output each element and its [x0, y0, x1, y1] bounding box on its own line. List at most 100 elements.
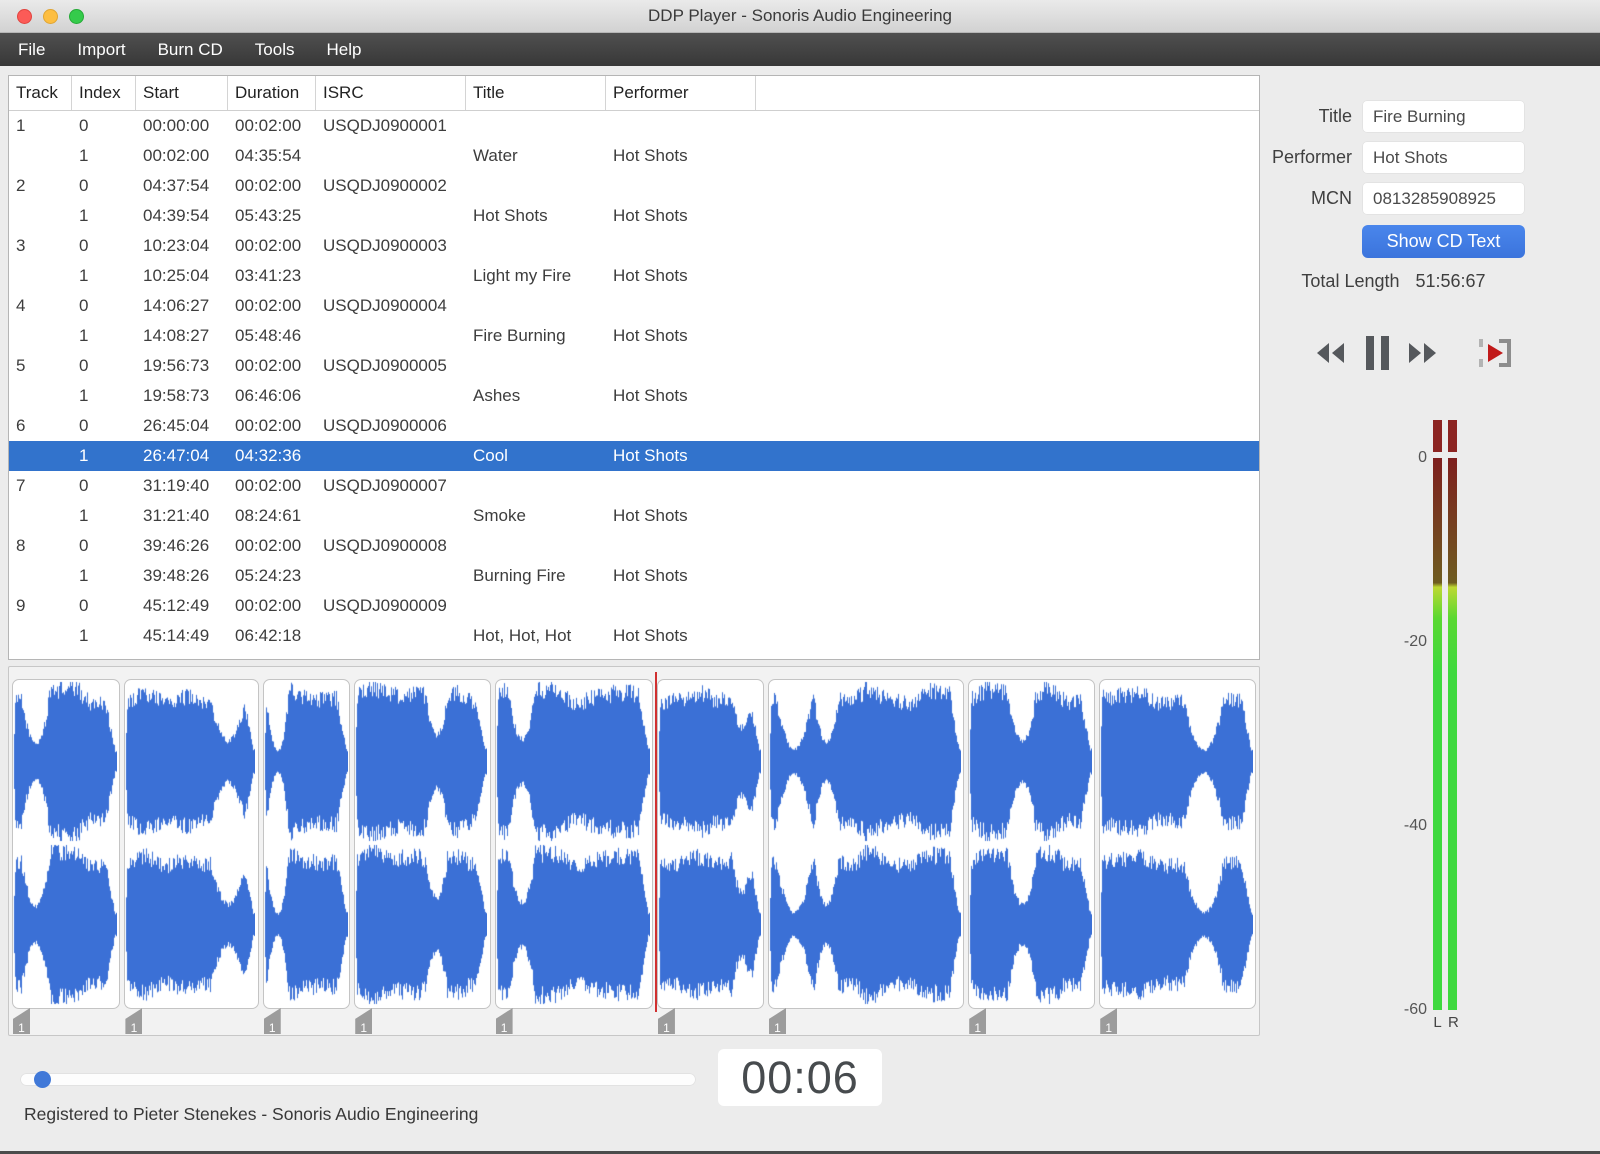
- cell-start: 04:37:54: [143, 176, 210, 195]
- clip-indicator-right: [1448, 420, 1457, 452]
- cell-start: 10:23:04: [143, 236, 210, 255]
- track-table: Track Index Start Duration ISRC Title Performe…: [8, 75, 1260, 660]
- table-row[interactable]: 1 04:39:54 05:43:25 Hot Shots Hot Shots: [9, 201, 1259, 231]
- table-row[interactable]: 9 0 45:12:49 00:02:00 USQDJ0900009: [9, 591, 1259, 621]
- cell-isrc: [316, 261, 466, 291]
- seek-slider[interactable]: [20, 1071, 696, 1088]
- table-row[interactable]: 5 0 19:56:73 00:02:00 USQDJ0900005: [9, 351, 1259, 381]
- seek-slider-thumb[interactable]: [34, 1071, 52, 1088]
- fast-forward-button[interactable]: [1404, 336, 1442, 374]
- column-header-spacer[interactable]: [756, 76, 1259, 110]
- waveform-track-segment-1[interactable]: 1: [12, 679, 121, 1034]
- index-marker: 1: [355, 1008, 373, 1034]
- table-row[interactable]: 1 14:08:27 05:48:46 Fire Burning Hot Shots: [9, 321, 1259, 351]
- cell-isrc: USQDJ0900008: [323, 536, 447, 555]
- table-row[interactable]: 4 0 14:06:27 00:02:00 USQDJ0900004: [9, 291, 1259, 321]
- meter-tick-20: -20: [1403, 633, 1427, 650]
- column-header-isrc[interactable]: ISRC: [316, 76, 466, 110]
- meter-tick-0: 0: [1418, 449, 1427, 466]
- title-field[interactable]: [1362, 100, 1525, 133]
- waveform-track-segment-3[interactable]: 1: [262, 679, 351, 1034]
- table-row[interactable]: 1 39:48:26 05:24:23 Burning Fire Hot Shots: [9, 561, 1259, 591]
- column-header-duration[interactable]: Duration: [228, 76, 316, 110]
- column-header-start[interactable]: Start: [136, 76, 228, 110]
- table-row[interactable]: 8 0 39:46:26 00:02:00 USQDJ0900008: [9, 531, 1259, 561]
- table-row[interactable]: 3 0 10:23:04 00:02:00 USQDJ0900003: [9, 231, 1259, 261]
- cell-index: 1: [79, 146, 89, 165]
- table-row[interactable]: 1 00:02:00 04:35:54 Water Hot Shots: [9, 141, 1259, 171]
- cell-performer: Hot Shots: [613, 386, 688, 405]
- cell-start: 39:48:26: [143, 566, 210, 585]
- cell-index: 0: [79, 596, 89, 615]
- cell-isrc: [316, 501, 466, 531]
- table-row[interactable]: 1 19:58:73 06:46:06 Ashes Hot Shots: [9, 381, 1259, 411]
- waveform-track-segment-7[interactable]: 1: [768, 679, 965, 1034]
- waveform-track-segment-8[interactable]: 1: [968, 679, 1096, 1034]
- playhead-cursor[interactable]: [654, 672, 657, 1012]
- cell-performer: Hot Shots: [613, 266, 688, 285]
- cell-track: 8: [16, 536, 26, 555]
- cell-isrc: [316, 561, 466, 591]
- cell-start: 45:12:49: [143, 596, 210, 615]
- cell-duration: 00:02:00: [235, 236, 302, 255]
- table-row[interactable]: 7 0 31:19:40 00:02:00 USQDJ0900007: [9, 471, 1259, 501]
- performer-field[interactable]: [1362, 141, 1525, 174]
- cell-start: 00:02:00: [143, 146, 210, 165]
- column-header-index[interactable]: Index: [72, 76, 136, 110]
- table-row[interactable]: 1 10:25:04 03:41:23 Light my Fire Hot Shots: [9, 261, 1259, 291]
- waveform-track-segment-5[interactable]: 1: [494, 679, 653, 1034]
- waveform-track-segment-4[interactable]: 1: [354, 679, 491, 1034]
- cell-track: 7: [16, 476, 26, 495]
- menu-item-burn-cd[interactable]: Burn CD: [142, 33, 239, 66]
- cell-track: 3: [16, 236, 26, 255]
- table-row-selected[interactable]: 1 26:47:04 04:32:36 Cool Hot Shots: [9, 441, 1259, 471]
- cell-title: Ashes: [473, 386, 521, 405]
- waveform-track-segment-6[interactable]: 1: [656, 679, 765, 1034]
- column-header-track[interactable]: Track: [9, 76, 72, 110]
- waveform-canvas: [13, 680, 117, 1006]
- cell-performer: [606, 231, 756, 261]
- cell-index: 1: [79, 386, 89, 405]
- cell-track: 5: [16, 356, 26, 375]
- cell-isrc: USQDJ0900005: [323, 356, 447, 375]
- menu-item-tools[interactable]: Tools: [239, 33, 311, 66]
- waveform-track-segment-2[interactable]: 1: [124, 679, 259, 1034]
- cell-isrc: USQDJ0900007: [323, 476, 447, 495]
- table-row[interactable]: 1 45:14:49 06:42:18 Hot, Hot, Hot Hot Shots: [9, 621, 1259, 651]
- cell-title: [466, 411, 606, 441]
- table-row[interactable]: 6 0 26:45:04 00:02:00 USQDJ0900006: [9, 411, 1259, 441]
- cell-isrc: USQDJ0900003: [323, 236, 447, 255]
- cell-track: 6: [16, 416, 26, 435]
- cell-duration: 00:02:00: [235, 476, 302, 495]
- menu-item-help[interactable]: Help: [310, 33, 377, 66]
- waveform-canvas: [125, 680, 256, 1006]
- cell-track: 2: [16, 176, 26, 195]
- waveform-track-segment-9[interactable]: 1: [1099, 679, 1256, 1034]
- mcn-field[interactable]: [1362, 182, 1525, 215]
- table-row[interactable]: 2 0 04:37:54 00:02:00 USQDJ0900002: [9, 171, 1259, 201]
- cell-performer: [606, 351, 756, 381]
- cell-isrc: [316, 441, 466, 471]
- column-header-title[interactable]: Title: [466, 76, 606, 110]
- column-header-performer[interactable]: Performer: [606, 76, 756, 110]
- cell-duration: 00:02:00: [235, 416, 302, 435]
- table-row[interactable]: 1 0 00:00:00 00:02:00 USQDJ0900001: [9, 111, 1259, 141]
- menu-item-import[interactable]: Import: [61, 33, 141, 66]
- table-body: 1 0 00:00:00 00:02:00 USQDJ0900001 1 00:02:00 0…: [9, 111, 1259, 651]
- cell-start: 45:14:49: [143, 626, 210, 645]
- rewind-button[interactable]: [1311, 336, 1349, 374]
- pause-button[interactable]: [1358, 335, 1396, 374]
- index-marker: 1: [969, 1008, 987, 1034]
- meter-tick-40: -40: [1403, 817, 1427, 834]
- menu-item-file[interactable]: File: [2, 33, 61, 66]
- table-row[interactable]: 1 31:21:40 08:24:61 Smoke Hot Shots: [9, 501, 1259, 531]
- cell-duration: 00:02:00: [235, 176, 302, 195]
- meter-tick-60: -60: [1403, 1001, 1427, 1018]
- index-marker: 1: [13, 1008, 30, 1034]
- cell-performer: [606, 411, 756, 441]
- show-cd-text-button[interactable]: Show CD Text: [1362, 225, 1525, 258]
- cell-title: Smoke: [473, 506, 526, 525]
- cell-start: 31:19:40: [143, 476, 210, 495]
- cell-duration: 04:32:36: [235, 446, 302, 465]
- play-selection-button[interactable]: [1477, 336, 1515, 374]
